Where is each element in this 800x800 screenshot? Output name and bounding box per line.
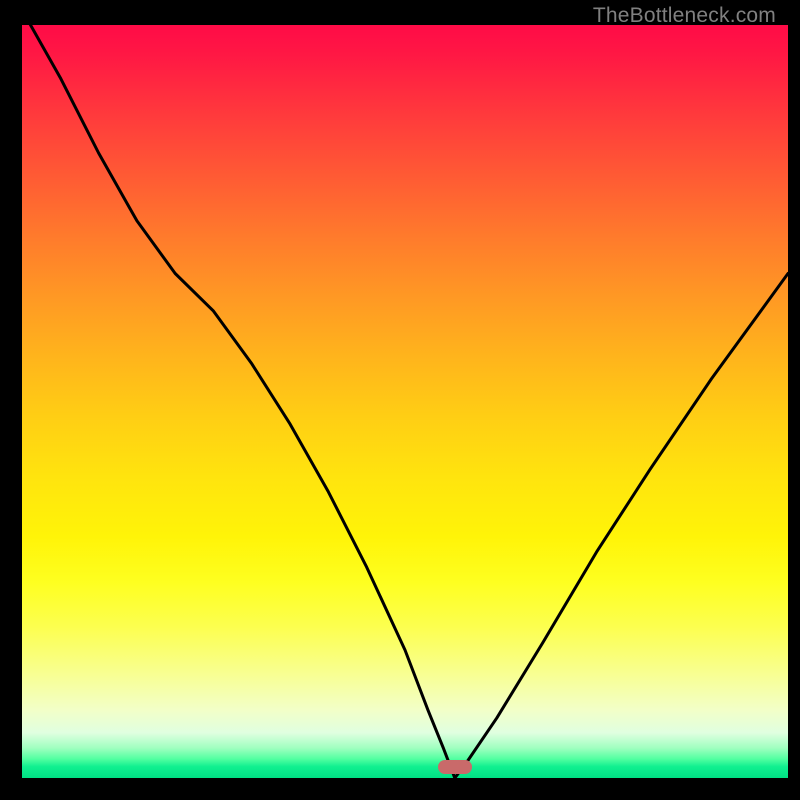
bottleneck-curve: [22, 25, 788, 778]
chart-frame: TheBottleneck.com: [10, 0, 790, 790]
attribution-text: TheBottleneck.com: [593, 4, 776, 28]
optimal-marker: [438, 760, 472, 774]
plot-area: [22, 25, 788, 778]
